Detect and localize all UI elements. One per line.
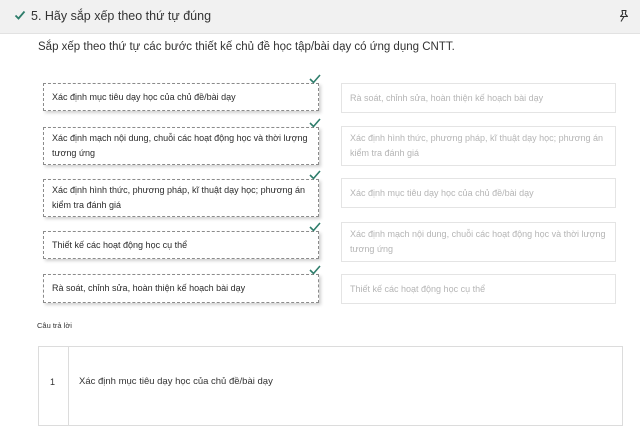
check-icon <box>309 74 321 84</box>
check-icon <box>309 222 321 232</box>
source-item-label: Xác định hình thức, phương pháp, kĩ thuậ… <box>350 133 604 158</box>
ordered-item[interactable]: Thiết kế các hoạt động học cụ thể <box>43 222 321 259</box>
ordered-item-label: Xác định mục tiêu dạy học của chủ đề/bài… <box>52 91 236 102</box>
ordered-item-label: Thiết kế các hoạt động học cụ thể <box>52 239 188 250</box>
question-header: 5. Hãy sắp xếp theo thứ tự đúng <box>0 0 640 34</box>
source-item-label: Xác định mạch nội dung, chuỗi các hoạt đ… <box>350 229 606 254</box>
ordered-item-label: Xác định hình thức, phương pháp, kĩ thuậ… <box>52 185 306 210</box>
source-item[interactable]: Thiết kế các hoạt động học cụ thể <box>341 274 616 304</box>
answers-label: Câu trả lời <box>37 321 72 330</box>
question-text: Sắp xếp theo thứ tự các bước thiết kế ch… <box>38 41 455 53</box>
source-item[interactable]: Rà soát, chỉnh sửa, hoàn thiện kế hoạch … <box>341 83 616 113</box>
source-item-label: Xác định mục tiêu dạy học của chủ đề/bài… <box>350 187 534 198</box>
check-icon <box>14 10 26 20</box>
ordered-item[interactable]: Xác định hình thức, phương pháp, kĩ thuậ… <box>43 170 321 217</box>
answer-table: 1 Xác định mục tiêu dạy học của chủ đề/b… <box>38 346 623 426</box>
answer-text: Xác định mục tiêu dạy học của chủ đề/bài… <box>79 376 273 387</box>
source-item[interactable]: Xác định mạch nội dung, chuỗi các hoạt đ… <box>341 222 616 262</box>
ordered-item-label: Rà soát, chỉnh sửa, hoàn thiện kế hoạch … <box>52 283 246 293</box>
pin-icon[interactable] <box>617 9 631 23</box>
check-icon <box>309 265 321 275</box>
ordered-item-label: Xác định mạch nội dung, chuỗi các hoạt đ… <box>52 133 308 158</box>
source-item-label: Rà soát, chỉnh sửa, hoàn thiện kế hoạch … <box>350 92 544 103</box>
check-icon <box>309 118 321 128</box>
check-icon <box>309 170 321 180</box>
ordered-item[interactable]: Rà soát, chỉnh sửa, hoàn thiện kế hoạch … <box>43 265 321 303</box>
source-item[interactable]: Xác định mục tiêu dạy học của chủ đề/bài… <box>341 178 616 208</box>
source-item-label: Thiết kế các hoạt động học cụ thể <box>350 283 486 294</box>
ordered-item[interactable]: Xác định mạch nội dung, chuỗi các hoạt đ… <box>43 118 321 165</box>
answer-number: 1 <box>50 377 56 387</box>
source-item[interactable]: Xác định hình thức, phương pháp, kĩ thuậ… <box>341 126 616 166</box>
ordered-item[interactable]: Xác định mục tiêu dạy học của chủ đề/bài… <box>43 74 321 111</box>
question-title: 5. Hãy sắp xếp theo thứ tự đúng <box>31 9 212 23</box>
